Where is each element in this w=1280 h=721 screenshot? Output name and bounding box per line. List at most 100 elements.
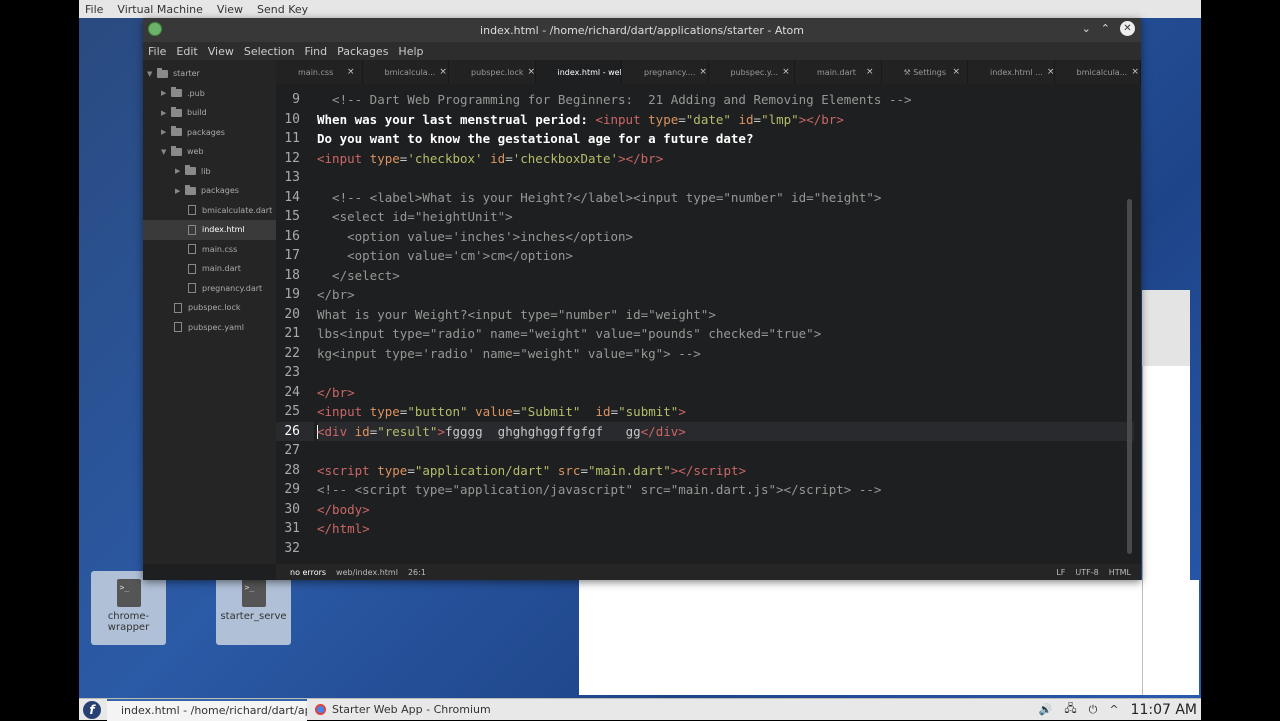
code-line: </select> <box>317 267 400 283</box>
atom-titlebar: index.html - /home/richard/dart/applicat… <box>143 18 1141 42</box>
tab-pregnancy[interactable]: pregnancy.... × <box>622 60 709 84</box>
menu-selection[interactable]: Selection <box>244 45 295 58</box>
tab-main-css[interactable]: main.css × <box>276 60 363 84</box>
code-editor[interactable]: 9 10 11 12 13 14 15 16 17 18 19 20 21 22… <box>276 84 1134 564</box>
encoding[interactable]: UTF-8 <box>1075 568 1098 577</box>
folder-icon <box>171 106 182 117</box>
line-number: 12 <box>284 150 300 166</box>
task-chromium[interactable]: Starter Web App - Chromium <box>307 699 499 721</box>
tree-item-packages[interactable]: ▶ packages <box>143 123 276 143</box>
line-number: 14 <box>284 189 300 205</box>
line-number: 29 <box>284 482 300 497</box>
code-line: Do you want to know the gestational age … <box>317 131 754 146</box>
volume-icon[interactable]: 🔊 <box>1039 703 1053 716</box>
close-icon[interactable]: × <box>527 67 534 77</box>
lint-status[interactable]: no errors <box>290 568 326 577</box>
tree-item-pubspec-yaml[interactable]: pubspec.yaml <box>143 318 276 338</box>
line-number: 31 <box>284 521 300 536</box>
tab-bmicalculate-2[interactable]: bmicalcula... × <box>1055 60 1141 84</box>
tree-item-pubspec-lock[interactable]: pubspec.lock <box>143 298 276 318</box>
vm-menu-virtual-machine[interactable]: Virtual Machine <box>117 3 203 16</box>
code-lines[interactable]: <!-- Dart Web Programming for Beginners:… <box>317 90 1134 558</box>
task-atom[interactable]: index.html - /home/richard/dart/applicat… <box>107 698 307 721</box>
line-number: 19 <box>284 287 300 302</box>
vm-menu-view[interactable]: View <box>217 3 243 16</box>
close-icon[interactable]: × <box>1131 67 1139 77</box>
maximize-icon[interactable]: ⌃ <box>1101 22 1110 35</box>
tree-item-label: main.css <box>202 244 238 254</box>
code-line: </br> <box>317 384 355 400</box>
tree-item-main-css[interactable]: main.css <box>143 240 276 260</box>
code-line: What is your Weight?<input type="number"… <box>317 306 716 322</box>
code-line: kg<input type='radio' name="weight" valu… <box>317 345 701 361</box>
desktop-icon-starter-serve[interactable]: starter_serve <box>216 571 291 645</box>
desktop-icon-label: chrome-wrapper <box>107 611 150 633</box>
folder-icon <box>185 184 196 195</box>
menu-find[interactable]: Find <box>305 45 328 58</box>
desktop-icon-chrome-wrapper[interactable]: chrome-wrapper <box>91 571 166 645</box>
clock[interactable]: 11:07 AM <box>1131 702 1197 718</box>
tree-item-index-html[interactable]: index.html <box>143 220 276 240</box>
tree-item-starter[interactable]: ▼ starter <box>143 64 276 84</box>
tree-item-web-packages[interactable]: ▶ packages <box>143 181 276 201</box>
tree-item-label: pubspec.lock <box>188 303 241 313</box>
tree-item-web[interactable]: ▼ web <box>143 142 276 162</box>
line-number: 22 <box>284 345 300 361</box>
tree-item-bmicalculate-dart[interactable]: bmicalculate.dart <box>143 201 276 221</box>
close-icon[interactable]: × <box>866 67 874 77</box>
close-icon[interactable]: × <box>952 67 960 77</box>
line-number: 28 <box>284 462 300 478</box>
menu-edit[interactable]: Edit <box>176 45 197 58</box>
line-number: 30 <box>284 501 300 517</box>
menu-file[interactable]: File <box>148 45 166 58</box>
tab-bmicalculate[interactable]: bmicalcula... × <box>363 60 449 84</box>
tab-label: main.css <box>298 67 334 77</box>
close-icon[interactable]: × <box>699 67 707 77</box>
tree-item-main-dart[interactable]: main.dart <box>143 259 276 279</box>
vm-menu-send-key[interactable]: Send Key <box>257 3 308 16</box>
tree-item-pregnancy-dart[interactable]: pregnancy.dart <box>143 279 276 299</box>
menu-view[interactable]: View <box>208 45 234 58</box>
close-icon[interactable]: × <box>439 67 447 77</box>
tree-item-label: build <box>187 108 207 118</box>
task-label: Starter Web App - Chromium <box>332 703 491 716</box>
tab-pubspec-lock[interactable]: pubspec.lock × <box>449 60 536 84</box>
file-path[interactable]: web/index.html <box>336 568 398 577</box>
tree-item-pub[interactable]: ▶ .pub <box>143 84 276 104</box>
line-number: 25 <box>284 404 300 419</box>
chevron-right-icon: ▶ <box>175 186 181 195</box>
current-code-line: <div id="result">fgggg ghghghggffgfgf gg… <box>317 421 1134 441</box>
tab-main-dart[interactable]: main.dart × <box>795 60 882 84</box>
tree-item-build[interactable]: ▶ build <box>143 103 276 123</box>
line-number: 10 <box>284 111 300 127</box>
file-icon <box>188 244 196 255</box>
tab-pubspec-yaml[interactable]: pubspec.y... × <box>709 60 795 84</box>
tree-item-label: packages <box>201 186 239 196</box>
tab-settings[interactable]: ⚒ Settings × <box>882 60 968 84</box>
taskbar: f index.html - /home/richard/dart/applic… <box>79 698 1201 721</box>
menu-help[interactable]: Help <box>398 45 423 58</box>
line-ending[interactable]: LF <box>1056 568 1065 577</box>
tab-label: bmicalcula... <box>1076 67 1128 77</box>
minimize-icon[interactable]: ⌄ <box>1082 22 1091 35</box>
tab-label: bmicalcula... <box>384 67 436 77</box>
vm-menu-file[interactable]: File <box>85 3 103 16</box>
task-label: index.html - /home/richard/dart/applicat… <box>121 704 307 717</box>
close-icon[interactable]: × <box>1047 67 1054 77</box>
close-icon[interactable]: × <box>347 67 355 77</box>
vertical-scrollbar[interactable] <box>1127 199 1132 554</box>
tray-expand-icon[interactable]: ^ <box>1109 703 1118 716</box>
menu-packages[interactable]: Packages <box>337 45 388 58</box>
cursor-position[interactable]: 26:1 <box>408 568 426 577</box>
tree-item-label: main.dart <box>202 264 241 274</box>
power-icon[interactable]: ⏻ <box>1089 703 1098 717</box>
close-icon[interactable]: ✕ <box>1120 21 1135 36</box>
close-icon[interactable]: × <box>782 67 790 77</box>
folder-icon <box>171 126 182 137</box>
network-icon[interactable]: 🖧 <box>1064 700 1076 719</box>
tree-item-lib[interactable]: ▶ lib <box>143 162 276 182</box>
fedora-logo-icon[interactable]: f <box>83 700 101 719</box>
tab-index-html-2[interactable]: index.html ... × <box>968 60 1055 84</box>
grammar[interactable]: HTML <box>1109 568 1131 577</box>
tab-index-html-web[interactable]: index.html - web× <box>535 60 622 84</box>
